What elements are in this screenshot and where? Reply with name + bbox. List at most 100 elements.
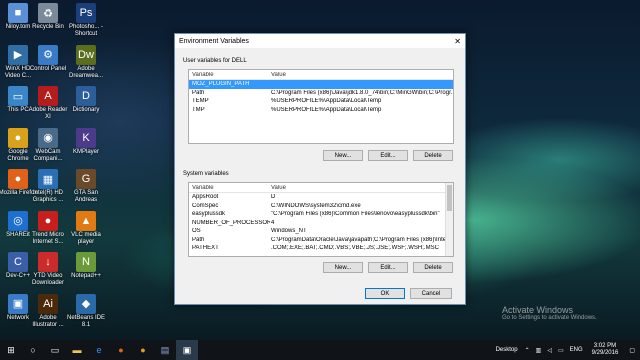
table-row[interactable]: PATHEXT .COM;.EXE;.BAT;.CMD;.VBS;.VBE;.JS… (189, 244, 453, 253)
desktop-icon[interactable]: ↓ YTD Video Downloader (28, 252, 68, 287)
table-row[interactable]: Path C:\Program Files (x86)\Java\jdk1.8.0… (189, 89, 453, 98)
desktop-icon[interactable]: Ai Adobe Illustrator ... (28, 293, 68, 329)
scrollbar-thumb[interactable] (447, 185, 452, 211)
task-view-icon[interactable]: ▭ (44, 340, 66, 360)
column-value[interactable]: Value (270, 185, 453, 191)
chevron-up-icon[interactable]: ⌃ (522, 347, 533, 354)
activate-windows-watermark: Activate Windows Go to Settings to activ… (502, 305, 597, 321)
close-icon[interactable]: ✕ (454, 37, 461, 46)
desktop-icon[interactable]: K KMPlayer (66, 127, 106, 156)
variable-value: "C:\Program Files (x86)\Common Files\len… (271, 211, 440, 218)
file-explorer-icon[interactable]: ▬ (66, 340, 88, 360)
variable-name: TEMP (192, 98, 209, 105)
desktop-icon[interactable]: ⚙ Control Panel (28, 44, 68, 73)
desktop-icon-label: Adobe Illustrator ... (32, 314, 64, 328)
column-variable[interactable]: Variable (189, 72, 270, 78)
variable-name: ComSpec (192, 202, 219, 209)
desktop-icon-label: KMPlayer (72, 148, 99, 155)
app-icon: ▣ (8, 293, 28, 314)
desktop-icon[interactable]: ◉ WebCam Compani... (28, 127, 68, 163)
user-variables-list[interactable]: Variable Value MOZ_PLUGIN_PATH Path C:\Pro… (188, 69, 454, 144)
user-edit-button[interactable]: Edit... (368, 150, 408, 161)
table-row[interactable]: TMP %USERPROFILE%\AppData\Local\Temp (189, 106, 453, 115)
desktop-icon[interactable]: Ps Photosho... - Shortcut (66, 3, 106, 38)
desktop-icon[interactable]: ◆ NetBeans IDE 8.1 (66, 293, 106, 329)
app-icon: ▦ (38, 169, 58, 189)
column-variable[interactable]: Variable (189, 185, 270, 191)
clock[interactable]: 3:02 PM 9/29/2016 (586, 343, 625, 357)
chrome-icon[interactable]: ● (132, 340, 154, 360)
variable-name: easyplussdk (192, 211, 226, 218)
desktop-icon[interactable]: ▦ Intel(R) HD Graphics ... (28, 169, 68, 204)
app-icon: ● (38, 210, 58, 231)
table-row[interactable]: ComSpec C:\WINDOWS\system32\cmd.exe (189, 202, 453, 211)
search-icon[interactable]: ○ (22, 340, 44, 360)
desktop-toolbar-label[interactable]: Desktop (492, 347, 522, 353)
watermark-title: Activate Windows (502, 305, 574, 315)
notepad-icon[interactable]: ▤ (154, 340, 176, 360)
battery-icon[interactable]: ▭ (555, 347, 567, 354)
desktop-icon-label: WebCam Compani... (33, 148, 63, 162)
watermark-subtitle: Go to Settings to activate Windows. (502, 315, 597, 321)
cancel-button[interactable]: Cancel (410, 288, 452, 299)
variable-name: MOZ_PLUGIN_PATH (192, 81, 250, 88)
desktop-icon[interactable]: D Dictionary (66, 86, 106, 114)
variable-name: Path (192, 236, 205, 243)
language-indicator[interactable]: ENG (567, 347, 586, 353)
table-row[interactable]: Path C:\ProgramData\Oracle\Java\javapath;… (189, 236, 453, 245)
desktop-icon-label: YTD Video Downloader (31, 273, 65, 286)
variable-value: D (271, 194, 276, 201)
user-new-button[interactable]: New... (323, 150, 363, 161)
user-delete-button[interactable]: Delete (413, 150, 453, 161)
desktop-icon[interactable]: N Notepad++ (66, 252, 106, 280)
table-row[interactable]: easyplussdk "C:\Program Files (x86)\Commo… (189, 210, 453, 219)
column-value[interactable]: Value (270, 72, 453, 78)
table-row[interactable]: TEMP %USERPROFILE%\AppData\Local\Temp (189, 97, 453, 106)
app-icon: D (76, 86, 96, 106)
desktop-icon[interactable]: Dw Adobe Dreamwea... (66, 44, 106, 80)
system-edit-button[interactable]: Edit... (368, 262, 408, 273)
app-icon: ♻ (38, 3, 58, 23)
desktop-icon-label: Intel(R) HD Graphics ... (32, 190, 64, 203)
network-icon[interactable]: ▥ (533, 347, 545, 354)
edge-icon[interactable]: e (88, 340, 110, 360)
system-variables-label: System variables (183, 171, 229, 177)
windows-start-icon[interactable]: ⊞ (0, 340, 22, 360)
desktop-icon[interactable]: A Adobe Reader XI (28, 86, 68, 121)
system-new-button[interactable]: New... (323, 262, 363, 273)
dialog-titlebar: Environment Variables ✕ (175, 34, 465, 48)
action-center-icon[interactable]: ▢ (624, 347, 640, 354)
table-row[interactable]: MOZ_PLUGIN_PATH (189, 80, 453, 89)
app-icon: Ai (38, 293, 58, 314)
desktop-icon-label: Notepad++ (71, 273, 101, 279)
variable-name: Path (192, 89, 205, 96)
app-icon: ⚙ (38, 44, 58, 65)
vertical-scrollbar[interactable] (445, 183, 453, 256)
ok-button[interactable]: OK (365, 288, 405, 299)
list-header: Variable Value (189, 183, 453, 193)
system-variables-list[interactable]: Variable Value AppsRoot D ComSpec C:\WINDOW… (188, 182, 454, 257)
variable-value: %USERPROFILE%\AppData\Local\Temp (271, 106, 382, 113)
firefox-icon[interactable]: ● (110, 340, 132, 360)
desktop-icon-label: Trend Micro Internet S... (32, 231, 64, 245)
desktop-icon-label: VLC media player (71, 231, 101, 245)
desktop-icon-label: Dictionary (72, 107, 100, 113)
desktop-icon[interactable]: G GTA San Andreas (66, 169, 106, 204)
table-row[interactable]: OS Windows_NT (189, 227, 453, 236)
desktop-icon[interactable]: ● Trend Micro Internet S... (28, 210, 68, 246)
taskbar: ⊞ ○ ▭ ▬ e ● ● ▤ ▣ Desktop ⌃ ▥ ◁ ▭ ENG 3:… (0, 340, 640, 360)
table-row[interactable]: NUMBER_OF_PROCESSORS 4 (189, 219, 453, 228)
desktop-icon-label: Photosho... - Shortcut (68, 24, 104, 37)
app-icon: Dw (76, 44, 96, 65)
volume-icon[interactable]: ◁ (544, 347, 555, 354)
desktop-icon[interactable]: ▲ VLC media player (66, 210, 106, 246)
desktop-icon[interactable]: ♻ Recycle Bin (28, 3, 68, 31)
app-icon: ● (8, 127, 28, 148)
system-properties-icon[interactable]: ▣ (176, 340, 198, 360)
desktop-icon-label: NetBeans IDE 8.1 (66, 314, 106, 328)
environment-variables-dialog: Environment Variables ✕ User variables f… (174, 33, 466, 305)
desktop-icon-label: GTA San Andreas (74, 190, 98, 203)
system-delete-button[interactable]: Delete (413, 262, 453, 273)
table-row[interactable]: AppsRoot D (189, 193, 453, 202)
app-icon: ◎ (8, 210, 28, 231)
